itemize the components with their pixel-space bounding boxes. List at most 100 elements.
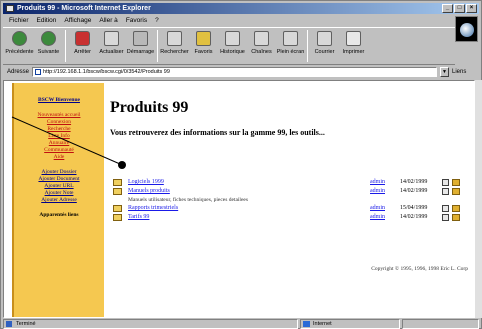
history-button[interactable]: Historique <box>218 28 247 64</box>
status-bar: Terminé Internet <box>3 319 479 329</box>
sidebar-link[interactable]: Nouveautés accueil <box>14 112 104 119</box>
folder-icon <box>113 214 122 221</box>
menu-go[interactable]: Aller à <box>99 15 117 26</box>
folder-link[interactable]: Logiciels 1999 <box>128 178 164 187</box>
list-item: Rapports trimestriels admin 15/04/1999 <box>108 204 474 213</box>
status-text: Terminé <box>16 321 36 327</box>
folder-link[interactable]: Manuels produits <box>128 187 170 196</box>
owner-link[interactable]: admin <box>370 178 385 187</box>
owner-link[interactable]: admin <box>370 204 385 213</box>
sidebar-link[interactable]: Recherche <box>14 126 104 133</box>
title-bar[interactable]: Produits 99 - Microsoft Internet Explore… <box>3 3 479 14</box>
action-folder-icon[interactable] <box>452 205 460 212</box>
owner-link[interactable]: admin <box>370 187 385 196</box>
close-button[interactable]: × <box>466 4 477 13</box>
home-button[interactable]: Démarrage <box>126 28 155 64</box>
sidebar-link[interactable]: Ajouter Dossier <box>14 169 104 176</box>
ie-page-icon <box>6 5 14 12</box>
search-icon <box>167 31 182 46</box>
date-text: 15/04/1999 <box>400 205 428 211</box>
sidebar-link[interactable]: Communauté <box>14 147 104 154</box>
stop-icon <box>75 31 90 46</box>
sidebar-title-link[interactable]: BSCW Bienvenue <box>14 97 104 104</box>
menu-help[interactable]: ? <box>155 15 159 26</box>
channels-icon <box>254 31 269 46</box>
fullscreen-button[interactable]: Plein écran <box>276 28 305 64</box>
date-text: 14/02/1999 <box>400 214 428 220</box>
maximize-button[interactable]: □ <box>454 4 465 13</box>
folder-icon <box>113 179 122 186</box>
page-title: Produits 99 <box>110 99 189 116</box>
page-subtitle: Vous retrouverez des informations sur la… <box>110 128 325 137</box>
stop-button[interactable]: Arrêter <box>68 28 97 64</box>
back-arrow-icon <box>12 31 27 46</box>
menu-view[interactable]: Affichage <box>64 15 91 26</box>
browser-window: Produits 99 - Microsoft Internet Explore… <box>0 0 482 329</box>
action-folder-icon[interactable] <box>452 188 460 195</box>
window-controls: _ □ × <box>442 4 477 13</box>
minimize-button[interactable]: _ <box>442 4 453 13</box>
sidebar: BSCW Bienvenue Nouveautés accueil Connex… <box>12 83 104 317</box>
window-title: Produits 99 - Microsoft Internet Explore… <box>17 5 151 12</box>
page-done-icon <box>6 321 12 327</box>
sidebar-link[interactable]: Ajouter URL <box>14 183 104 190</box>
sidebar-link[interactable]: Ajouter Document <box>14 176 104 183</box>
print-button[interactable]: Imprimer <box>339 28 368 64</box>
sidebar-link[interactable]: Annuaire <box>14 140 104 147</box>
sidebar-link[interactable]: Connexion <box>14 119 104 126</box>
owner-link[interactable]: admin <box>370 213 385 222</box>
zone-text: Internet <box>313 321 332 327</box>
menu-bar: Fichier Edition Affichage Aller à Favori… <box>3 15 479 26</box>
action-folder-icon[interactable] <box>452 179 460 186</box>
refresh-button[interactable]: Actualiser <box>97 28 126 64</box>
menu-file[interactable]: Fichier <box>9 15 29 26</box>
back-button[interactable]: Précédente <box>5 28 34 64</box>
mail-button[interactable]: Courrier <box>310 28 339 64</box>
list-item: Manuels produits admin 14/02/1999 <box>108 187 474 196</box>
sidebar-link[interactable]: Ajouter Adresse <box>14 197 104 204</box>
info-icon[interactable] <box>442 179 449 186</box>
page-content: BSCW Bienvenue Nouveautés accueil Connex… <box>3 80 475 318</box>
sidebar-group-add: Ajouter Dossier Ajouter Document Ajouter… <box>14 169 104 204</box>
links-label[interactable]: Liens <box>452 69 466 75</box>
list-item: Logiciels 1999 admin 14/02/1999 <box>108 178 474 187</box>
info-icon[interactable] <box>442 214 449 221</box>
sidebar-link[interactable]: Ajouter Note <box>14 190 104 197</box>
address-label: Adresse <box>7 69 30 75</box>
forward-arrow-icon <box>41 31 56 46</box>
toolbar: Précédente Suivante Arrêter Actualiser D… <box>3 27 455 65</box>
toolbar-separator <box>307 30 308 62</box>
search-button[interactable]: Rechercher <box>160 28 189 64</box>
date-text: 14/02/1999 <box>400 188 428 194</box>
sidebar-link[interactable]: Liste Info <box>14 133 104 140</box>
sidebar-footer: Apparentés liens <box>39 212 79 218</box>
sidebar-link[interactable]: Aide <box>14 154 104 161</box>
forward-button[interactable]: Suivante <box>34 28 63 64</box>
print-icon <box>346 31 361 46</box>
vertical-scrollbar[interactable] <box>475 80 482 318</box>
ie-logo-icon <box>455 16 478 42</box>
folder-link[interactable]: Tarifs 99 <box>128 213 149 222</box>
info-icon[interactable] <box>442 205 449 212</box>
folder-link[interactable]: Rapports trimestriels <box>128 204 178 213</box>
status-panel-empty <box>402 319 479 329</box>
info-icon[interactable] <box>442 188 449 195</box>
favorites-icon <box>196 31 211 46</box>
refresh-icon <box>104 31 119 46</box>
address-value: http://192.168.1.1/bscw/bscw.cgi/0/3542/… <box>43 69 170 75</box>
toolbar-separator <box>65 30 66 62</box>
main-panel: Produits 99 Vous retrouverez des informa… <box>108 81 474 317</box>
folder-description: Manuels utilisateur, fiches techniques, … <box>128 197 248 203</box>
address-input[interactable]: http://192.168.1.1/bscw/bscw.cgi/0/3542/… <box>32 67 438 77</box>
address-dropdown-button[interactable]: ▼ <box>440 67 450 77</box>
channels-button[interactable]: Chaînes <box>247 28 276 64</box>
zone-panel: Internet <box>300 319 400 329</box>
menu-favorites[interactable]: Favoris <box>126 15 147 26</box>
folder-icon <box>113 205 122 212</box>
home-icon <box>133 31 148 46</box>
favorites-button[interactable]: Favoris <box>189 28 218 64</box>
sidebar-group-main: Nouveautés accueil Connexion Recherche L… <box>14 112 104 161</box>
folder-icon <box>113 188 122 195</box>
action-folder-icon[interactable] <box>452 214 460 221</box>
menu-edit[interactable]: Edition <box>37 15 57 26</box>
